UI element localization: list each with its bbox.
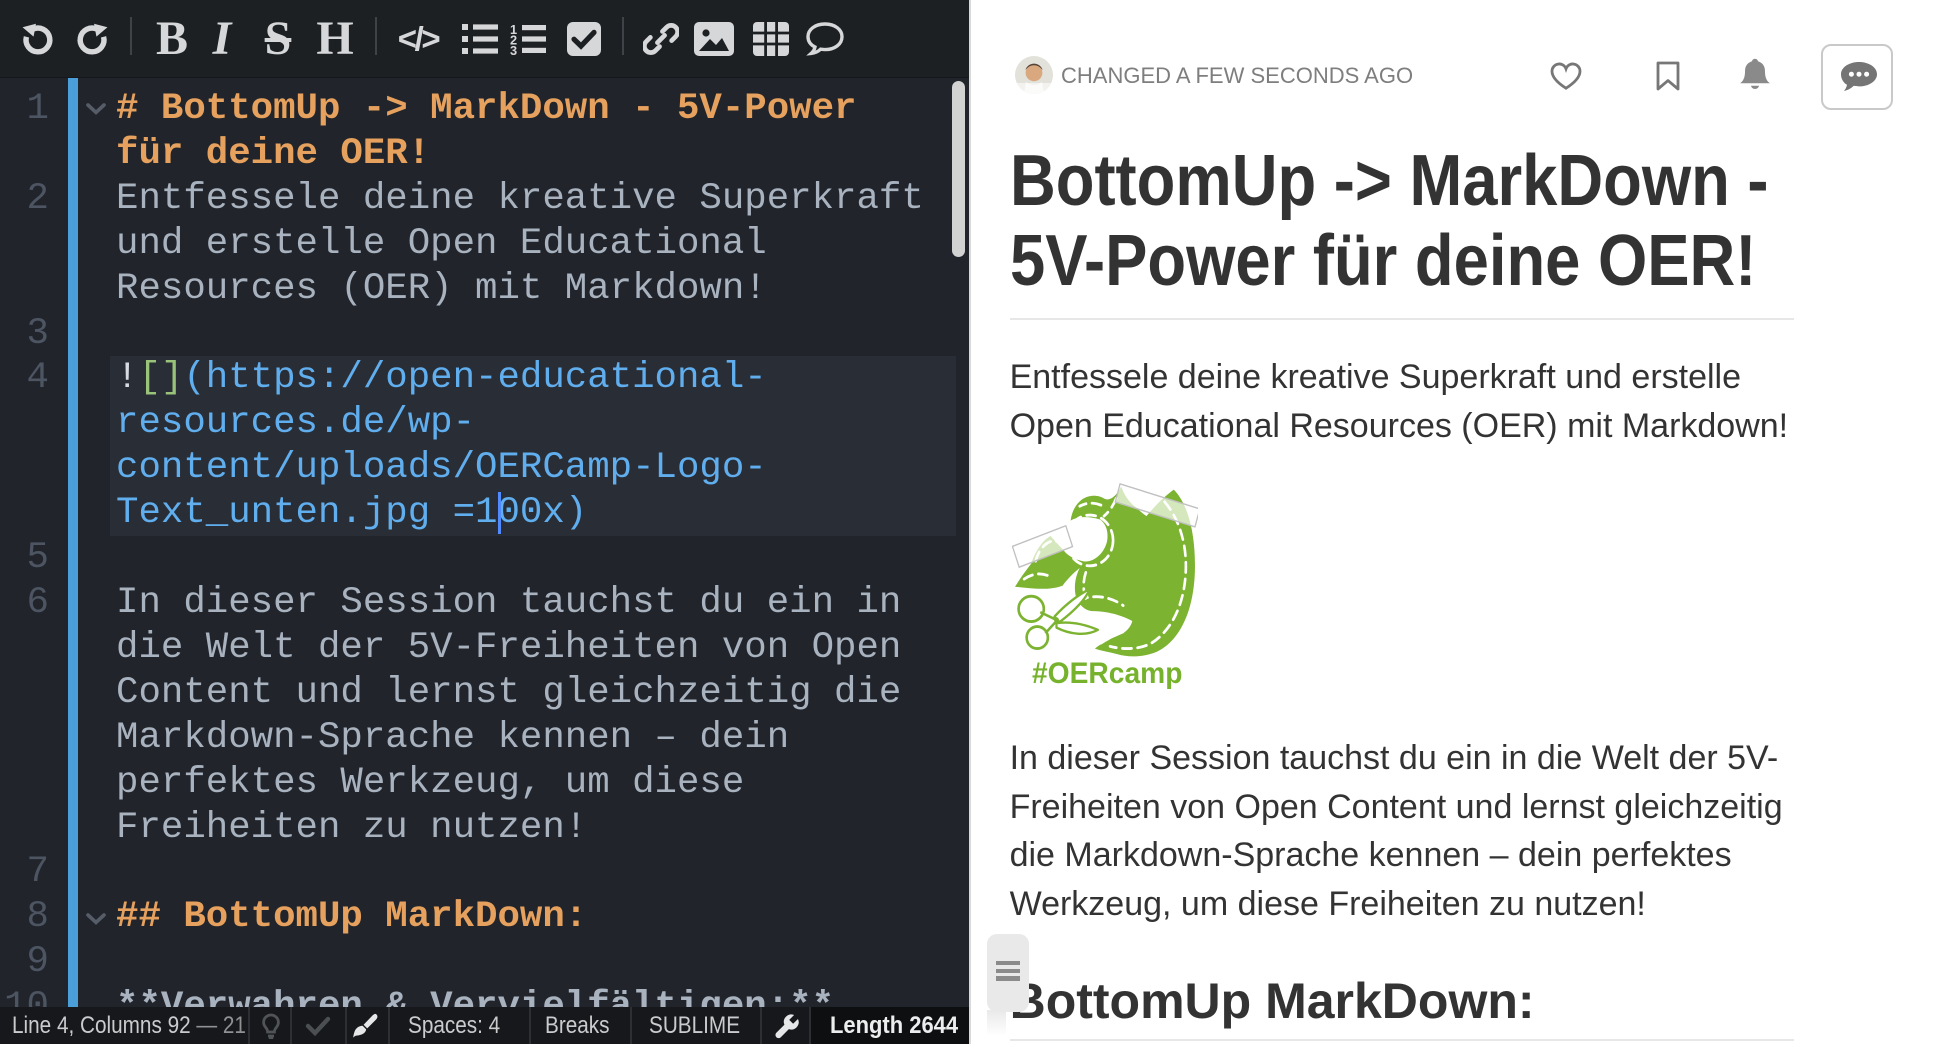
- svg-text:3: 3: [510, 43, 517, 55]
